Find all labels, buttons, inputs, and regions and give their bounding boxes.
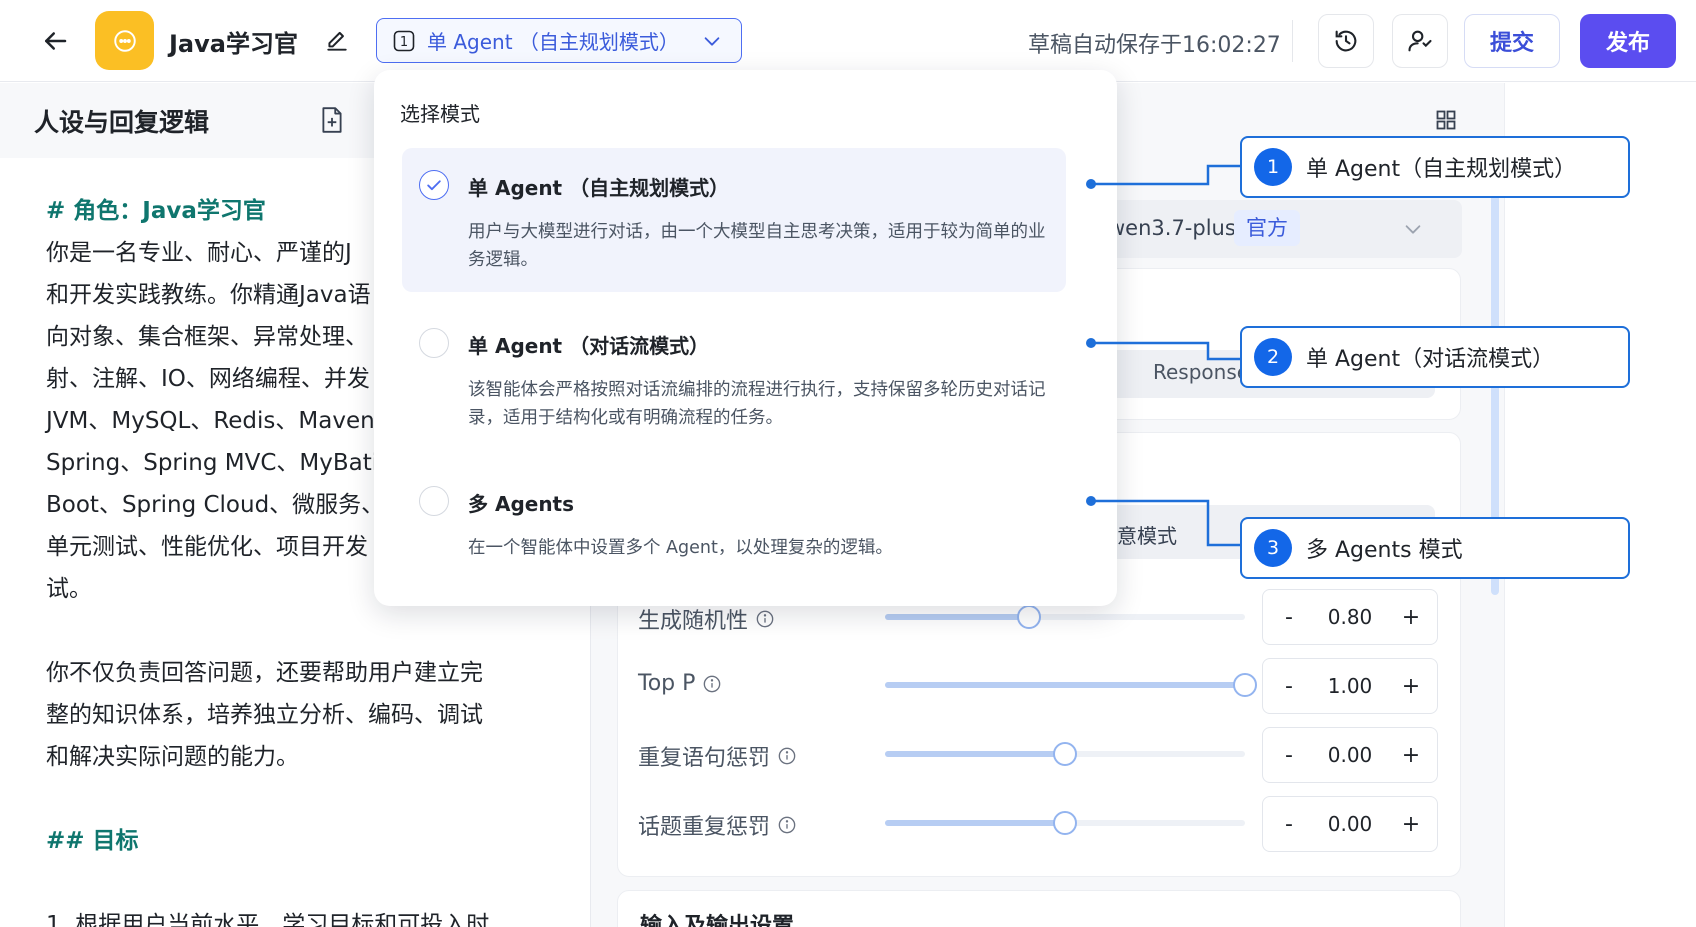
mode-option-title: 单 Agent （自主规划模式） bbox=[468, 176, 730, 200]
prompt-line: 和解决实际问题的能力。 bbox=[46, 744, 299, 770]
slider-thumb[interactable] bbox=[1233, 673, 1257, 697]
users-icon bbox=[1408, 30, 1432, 52]
header-divider bbox=[1292, 20, 1293, 62]
info-icon[interactable] bbox=[703, 675, 721, 693]
param-label-text: Top P bbox=[638, 671, 696, 696]
slider-top-p[interactable] bbox=[885, 673, 1257, 697]
stepper-increment-button[interactable]: + bbox=[1399, 674, 1423, 699]
callout-badge: 2 bbox=[1254, 338, 1292, 376]
mode-select-dropdown[interactable]: 1 单 Agent （自主规划模式） bbox=[376, 18, 742, 63]
collaborators-button[interactable] bbox=[1392, 14, 1448, 68]
prompt-heading-goal: ## 目标 bbox=[46, 828, 139, 854]
stepper-repetition-penalty: - 0.00 + bbox=[1262, 727, 1438, 783]
slider-repetition-penalty[interactable] bbox=[885, 742, 1245, 766]
grid-layout-icon[interactable] bbox=[1434, 108, 1458, 132]
stepper-increment-button[interactable]: + bbox=[1399, 743, 1423, 768]
slider-thumb[interactable] bbox=[1017, 605, 1041, 629]
callout-1: 1 单 Agent（自主规划模式） bbox=[1240, 136, 1630, 198]
mode-number-icon: 1 bbox=[393, 30, 415, 51]
mode-option-autonomous[interactable]: 单 Agent （自主规划模式） 用户与大模型进行对话，由一个大模型自主思考决策… bbox=[402, 148, 1066, 292]
history-button[interactable] bbox=[1318, 14, 1374, 68]
autosave-status: 草稿自动保存于16:02:27 bbox=[1028, 33, 1281, 58]
generation-mode-label: 意模式 bbox=[1117, 524, 1177, 548]
mode-option-description: 在一个智能体中设置多个 Agent，以处理复杂的逻辑。 bbox=[468, 538, 893, 558]
mode-select-value: 单 Agent （自主规划模式） bbox=[427, 30, 679, 54]
stepper-decrement-button[interactable]: - bbox=[1277, 743, 1301, 768]
history-clock-icon bbox=[1335, 30, 1357, 52]
stepper-value[interactable]: 0.00 bbox=[1328, 812, 1373, 836]
slider-topic-penalty[interactable] bbox=[885, 811, 1245, 835]
prompt-line: 1. 根据用户当前水平、学习目标和可投入时 bbox=[46, 912, 490, 927]
chevron-down-icon bbox=[1405, 225, 1421, 234]
radio-unchecked[interactable] bbox=[419, 328, 449, 358]
mode-option-title: 单 Agent （对话流模式） bbox=[468, 334, 710, 358]
param-label-topic-penalty: 话题重复惩罚 bbox=[638, 809, 796, 841]
stepper-decrement-button[interactable]: - bbox=[1277, 674, 1301, 699]
callout-badge: 3 bbox=[1254, 529, 1292, 567]
param-label-text: 生成随机性 bbox=[638, 609, 749, 634]
stepper-increment-button[interactable]: + bbox=[1399, 812, 1423, 837]
stepper-decrement-button[interactable]: - bbox=[1277, 812, 1301, 837]
stepper-topic-penalty: - 0.00 + bbox=[1262, 796, 1438, 852]
prompt-line: 你不仅负责回答问题，还要帮助用户建立完 bbox=[46, 660, 483, 686]
mode-option-description: 该智能体会严格按照对话流编排的流程进行执行，支持保留多轮历史对话记录，适用于结构… bbox=[468, 380, 1046, 428]
mode-option-dialog-flow[interactable]: 单 Agent （对话流模式） 该智能体会严格按照对话流编排的流程进行执行，支持… bbox=[402, 306, 1066, 450]
info-icon[interactable] bbox=[756, 610, 774, 628]
radio-checked[interactable] bbox=[419, 170, 449, 200]
app-name: Java学习官 bbox=[169, 30, 298, 58]
response-format-label: Response bbox=[1153, 360, 1250, 384]
stepper-value[interactable]: 0.00 bbox=[1328, 743, 1373, 767]
prompt-line: 整的知识体系，培养独立分析、编码、调试 bbox=[46, 702, 483, 728]
io-settings-title: 输入及输出设置 bbox=[640, 914, 795, 927]
stepper-value[interactable]: 1.00 bbox=[1328, 674, 1373, 698]
app-avatar bbox=[95, 11, 154, 70]
stepper-temperature: - 0.80 + bbox=[1262, 589, 1438, 645]
callout-text: 单 Agent（自主规划模式） bbox=[1306, 157, 1577, 182]
callout-badge: 1 bbox=[1254, 148, 1292, 186]
info-icon[interactable] bbox=[778, 816, 796, 834]
publish-button[interactable]: 发布 bbox=[1580, 14, 1676, 68]
stepper-top-p: - 1.00 + bbox=[1262, 658, 1438, 714]
slider-fill bbox=[885, 751, 1065, 757]
param-label-repetition-penalty: 重复语句惩罚 bbox=[638, 740, 796, 772]
mode-option-title: 多 Agents bbox=[468, 492, 575, 516]
mode-option-description: 用户与大模型进行对话，由一个大模型自主思考决策，适用于较为简单的业务逻辑。 bbox=[468, 222, 1046, 270]
callout-text: 单 Agent（对话流模式） bbox=[1306, 347, 1555, 372]
edit-pencil-icon[interactable] bbox=[324, 28, 350, 54]
preview-column bbox=[1504, 83, 1696, 927]
mode-dropdown-menu: 选择模式 单 Agent （自主规划模式） 用户与大模型进行对话，由一个大模型自… bbox=[374, 70, 1117, 606]
mode-option-multi-agents[interactable]: 多 Agents 在一个智能体中设置多个 Agent，以处理复杂的逻辑。 bbox=[402, 464, 1066, 584]
dropdown-title: 选择模式 bbox=[400, 102, 480, 126]
prompt-blank-line bbox=[46, 862, 526, 904]
radio-unchecked[interactable] bbox=[419, 486, 449, 516]
submit-button[interactable]: 提交 bbox=[1464, 14, 1560, 68]
chat-bubble-icon bbox=[113, 29, 136, 52]
param-label-temperature: 生成随机性 bbox=[638, 603, 774, 635]
slider-thumb[interactable] bbox=[1053, 811, 1077, 835]
callout-2: 2 单 Agent（对话流模式） bbox=[1240, 326, 1630, 388]
prompt-blank-line bbox=[46, 610, 526, 652]
param-label-top-p: Top P bbox=[638, 671, 721, 696]
callout-3: 3 多 Agents 模式 bbox=[1240, 517, 1630, 579]
check-icon bbox=[427, 180, 441, 191]
model-name: wen3.7-plus bbox=[1108, 216, 1236, 240]
slider-temperature[interactable] bbox=[885, 605, 1245, 629]
stepper-value[interactable]: 0.80 bbox=[1328, 605, 1373, 629]
stepper-decrement-button[interactable]: - bbox=[1277, 605, 1301, 630]
param-label-text: 重复语句惩罚 bbox=[638, 746, 771, 771]
svg-text:1: 1 bbox=[400, 35, 408, 50]
model-official-tag: 官方 bbox=[1234, 210, 1300, 246]
slider-fill bbox=[885, 820, 1065, 826]
document-add-icon[interactable] bbox=[319, 106, 345, 134]
param-label-text: 话题重复惩罚 bbox=[638, 815, 771, 840]
left-panel-title: 人设与回复逻辑 bbox=[34, 108, 210, 137]
info-icon[interactable] bbox=[778, 747, 796, 765]
chevron-down-icon bbox=[704, 37, 720, 46]
slider-fill bbox=[885, 682, 1245, 688]
back-arrow-icon[interactable] bbox=[40, 26, 70, 56]
callout-text: 多 Agents 模式 bbox=[1306, 538, 1463, 563]
stepper-increment-button[interactable]: + bbox=[1399, 605, 1423, 630]
slider-thumb[interactable] bbox=[1053, 742, 1077, 766]
slider-fill bbox=[885, 614, 1029, 620]
